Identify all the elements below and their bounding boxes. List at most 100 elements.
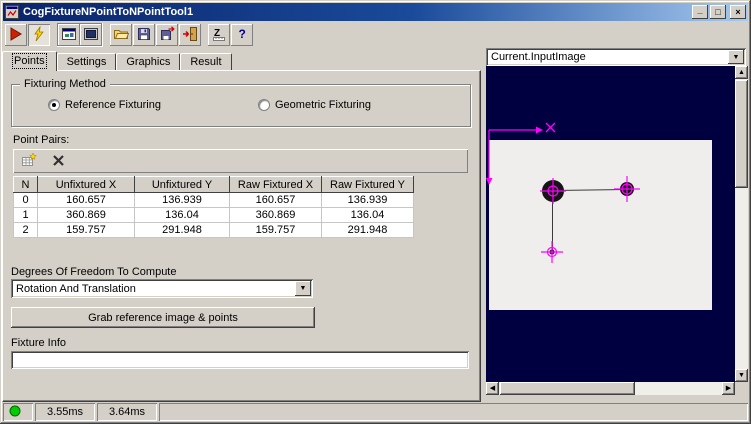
lightning-icon <box>31 25 47 45</box>
radio-geometric-fixturing[interactable]: Geometric Fixturing <box>258 99 371 111</box>
grab-reference-button[interactable]: Grab reference image & points <box>11 307 315 328</box>
fixture-info-label: Fixture Info <box>11 337 67 349</box>
cell[interactable]: 136.04 <box>321 207 414 223</box>
tool-constants-button[interactable]: Z <box>208 24 230 46</box>
image-display-icon <box>83 26 99 45</box>
fixturing-method-group: Fixturing Method Reference Fixturing Geo… <box>11 78 471 127</box>
tab-result[interactable]: Result <box>180 53 232 70</box>
cell[interactable]: 136.939 <box>134 192 230 208</box>
maximize-button[interactable]: □ <box>710 5 726 19</box>
status-message-panel <box>159 403 748 421</box>
camera-image-region <box>489 140 712 310</box>
cell[interactable]: 160.657 <box>229 192 322 208</box>
run-button[interactable] <box>5 24 27 46</box>
image-source-value: Current.InputImage <box>491 51 586 63</box>
scroll-up-icon[interactable]: ▲ <box>735 66 748 79</box>
fixturing-method-label: Fixturing Method <box>20 78 110 90</box>
cell[interactable]: 136.04 <box>134 207 230 223</box>
z-ruler-icon: Z <box>211 26 227 45</box>
delete-x-icon <box>51 152 67 171</box>
new-grid-icon <box>21 151 37 171</box>
chevron-down-icon[interactable]: ▼ <box>295 281 311 296</box>
col-header-raw-fixtured-x: Raw Fixtured X <box>229 176 322 193</box>
cell[interactable]: 160.657 <box>37 192 135 208</box>
tab-panel-points: Fixturing Method Reference Fixturing Geo… <box>2 70 481 402</box>
export-button[interactable] <box>156 24 178 46</box>
door-arrow-icon <box>182 26 198 45</box>
total-time-panel: 3.64ms <box>97 403 157 421</box>
status-green-icon <box>9 405 21 420</box>
add-point-button[interactable] <box>19 151 39 171</box>
image-display-viewport[interactable] <box>486 66 735 382</box>
radio-reference-fixturing[interactable]: Reference Fixturing <box>48 99 161 111</box>
cell[interactable]: 136.939 <box>321 192 414 208</box>
auto-run-button[interactable] <box>28 24 50 46</box>
chevron-down-icon[interactable]: ▼ <box>728 50 744 64</box>
status-bar: 3.55ms 3.64ms <box>3 403 748 421</box>
point-pairs-table: N Unfixtured X Unfixtured Y Raw Fixtured… <box>13 176 414 238</box>
horizontal-scroll-thumb[interactable] <box>500 382 635 395</box>
tab-points[interactable]: Points <box>2 51 57 71</box>
cell[interactable]: 159.757 <box>229 222 322 238</box>
run-time-panel: 3.55ms <box>35 403 95 421</box>
col-header-unfixtured-y: Unfixtured Y <box>134 176 230 193</box>
floppy-icon <box>136 26 152 45</box>
run-icon <box>8 26 24 45</box>
open-folder-icon <box>113 26 130 45</box>
scroll-right-icon[interactable]: ▶ <box>722 382 735 395</box>
cell[interactable]: 0 <box>13 192 38 208</box>
cell[interactable]: 159.757 <box>37 222 135 238</box>
window-title: CogFixtureNPointToNPointTool1 <box>23 6 194 18</box>
point-pairs-grid-toolbar <box>13 149 468 173</box>
float-image-window-button[interactable] <box>58 24 80 46</box>
image-view-button-group <box>57 23 103 47</box>
scroll-down-icon[interactable]: ▼ <box>735 369 748 382</box>
svg-text:?: ? <box>239 27 246 41</box>
col-header-raw-fixtured-y: Raw Fixtured Y <box>321 176 414 193</box>
dof-label: Degrees Of Freedom To Compute <box>11 266 177 278</box>
title-bar[interactable]: CogFixtureNPointToNPointTool1 _ □ × <box>3 3 748 21</box>
tab-graphics[interactable]: Graphics <box>116 53 181 70</box>
main-toolbar: Z ? <box>5 23 254 47</box>
dof-combobox[interactable]: Rotation And Translation ▼ <box>11 279 313 298</box>
import-button[interactable] <box>179 24 201 46</box>
close-button[interactable]: × <box>730 5 746 19</box>
save-file-button[interactable] <box>133 24 155 46</box>
status-indicator-panel <box>3 403 33 421</box>
image-source-combobox[interactable]: Current.InputImage ▼ <box>486 48 746 66</box>
show-image-display-button[interactable] <box>80 24 102 46</box>
table-row: 1 360.869 136.04 360.869 136.04 <box>13 207 414 223</box>
cell[interactable]: 291.948 <box>134 222 230 238</box>
tab-strip: Points Settings Graphics Result <box>2 51 232 71</box>
image-canvas <box>486 122 712 310</box>
cell[interactable]: 360.869 <box>229 207 322 223</box>
vertical-scroll-thumb[interactable] <box>735 80 748 188</box>
minimize-button[interactable]: _ <box>692 5 708 19</box>
cell[interactable]: 2 <box>13 222 38 238</box>
cell[interactable]: 291.948 <box>321 222 414 238</box>
question-icon: ? <box>234 26 250 45</box>
col-header-n: N <box>13 176 38 193</box>
radio-icon <box>48 99 60 111</box>
app-icon <box>5 5 19 19</box>
help-button[interactable]: ? <box>231 24 253 46</box>
floppy-arrow-icon <box>159 25 175 45</box>
table-row: 0 160.657 136.939 160.657 136.939 <box>13 192 414 208</box>
tab-settings[interactable]: Settings <box>56 53 117 70</box>
image-window-icon <box>61 26 77 45</box>
delete-point-button[interactable] <box>49 151 69 171</box>
point-pairs-label: Point Pairs: <box>13 134 70 146</box>
horizontal-scrollbar[interactable]: ◀ ▶ <box>486 382 735 395</box>
scrollbar-corner <box>735 382 748 395</box>
col-header-unfixtured-x: Unfixtured X <box>37 176 135 193</box>
scroll-left-icon[interactable]: ◀ <box>486 382 499 395</box>
fixture-info-input[interactable] <box>11 351 469 369</box>
vertical-scrollbar[interactable]: ▲ ▼ <box>735 66 748 382</box>
table-row: 2 159.757 291.948 159.757 291.948 <box>13 222 414 238</box>
table-header-row: N Unfixtured X Unfixtured Y Raw Fixtured… <box>13 176 414 193</box>
dof-value: Rotation And Translation <box>16 282 136 295</box>
open-file-button[interactable] <box>110 24 132 46</box>
tool-window: CogFixtureNPointToNPointTool1 _ □ × Z ? … <box>0 0 751 424</box>
cell[interactable]: 360.869 <box>37 207 135 223</box>
cell[interactable]: 1 <box>13 207 38 223</box>
